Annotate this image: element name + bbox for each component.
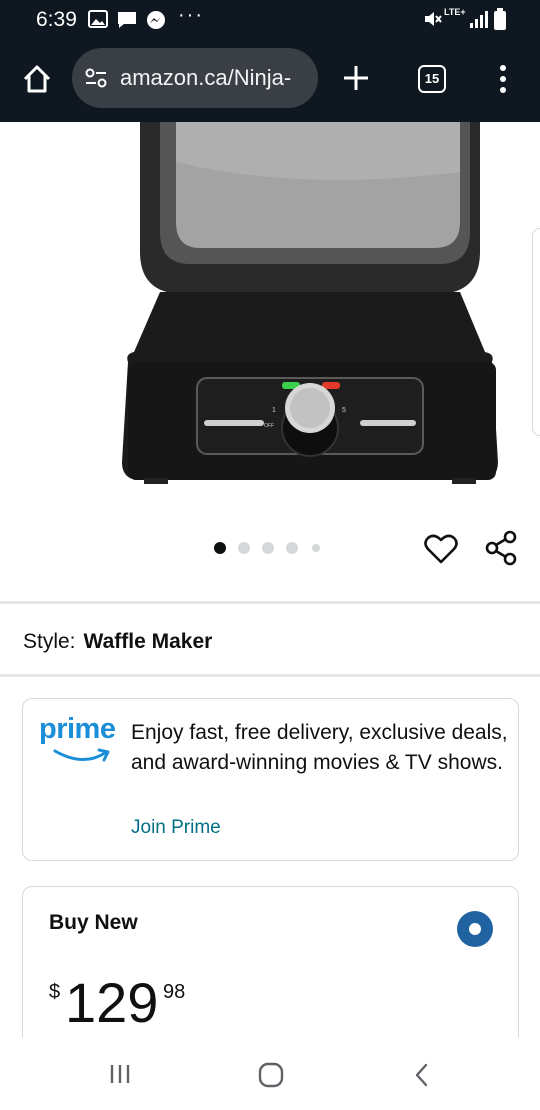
system-nav-bar xyxy=(0,1038,540,1110)
prime-promo-card: prime Enjoy fast, free delivery, exclusi… xyxy=(22,698,519,861)
svg-text:OFF: OFF xyxy=(264,423,274,429)
prime-smile-icon xyxy=(53,747,113,767)
price-symbol: $ xyxy=(49,981,61,1003)
style-value: Waffle Maker xyxy=(83,630,213,653)
svg-text:1: 1 xyxy=(272,407,276,414)
new-tab-icon[interactable] xyxy=(341,63,371,93)
recent-apps-icon[interactable] xyxy=(108,1062,132,1091)
carousel-dot[interactable] xyxy=(238,542,250,554)
signal-icon xyxy=(468,9,488,34)
radio-selected-dot xyxy=(469,923,481,935)
carousel-dot-active[interactable] xyxy=(214,542,226,554)
battery-icon xyxy=(494,8,506,35)
style-label: Style: xyxy=(23,630,76,653)
prime-logo-text: prime xyxy=(39,713,116,745)
gallery-icon xyxy=(88,10,108,33)
buy-new-title: Buy New xyxy=(49,911,138,934)
messenger-icon xyxy=(145,10,167,37)
svg-text:5: 5 xyxy=(342,407,346,414)
join-prime-link[interactable]: Join Prime xyxy=(131,817,221,839)
url-text[interactable]: amazon.ca/Ninja- xyxy=(120,65,310,91)
prime-logo: prime xyxy=(39,713,119,773)
site-settings-icon[interactable] xyxy=(85,68,107,88)
message-icon xyxy=(116,10,138,35)
share-icon[interactable] xyxy=(484,530,518,566)
more-notifications-icon: ··· xyxy=(178,4,204,26)
style-selector[interactable]: Style: Waffle Maker xyxy=(23,630,212,654)
status-time: 6:39 xyxy=(36,8,77,31)
section-divider xyxy=(0,674,540,677)
product-image[interactable]: 1 5 OFF xyxy=(0,122,540,522)
home-icon[interactable] xyxy=(20,62,54,96)
carousel-dot[interactable] xyxy=(286,542,298,554)
carousel-dot[interactable] xyxy=(312,544,320,552)
home-button-icon[interactable] xyxy=(258,1062,284,1093)
heart-icon[interactable] xyxy=(424,533,458,565)
menu-icon[interactable] xyxy=(497,62,509,96)
side-scroll-handle[interactable] xyxy=(532,228,540,436)
browser-toolbar: amazon.ca/Ninja- 15 xyxy=(0,40,540,122)
address-bar[interactable]: amazon.ca/Ninja- xyxy=(72,48,318,108)
back-icon[interactable] xyxy=(412,1062,432,1093)
mute-icon xyxy=(422,9,442,34)
network-type: LTE+ xyxy=(444,7,466,17)
carousel-dot[interactable] xyxy=(262,542,274,554)
buy-new-radio[interactable] xyxy=(457,911,493,947)
price-whole: 129 xyxy=(65,971,159,1034)
section-divider xyxy=(0,601,540,604)
tab-switcher-button[interactable]: 15 xyxy=(418,65,446,93)
prime-description: Enjoy fast, free delivery, exclusive dea… xyxy=(131,721,508,774)
status-bar: 6:39 ··· LTE+ xyxy=(0,0,540,40)
price-fraction: 98 xyxy=(163,981,186,1003)
